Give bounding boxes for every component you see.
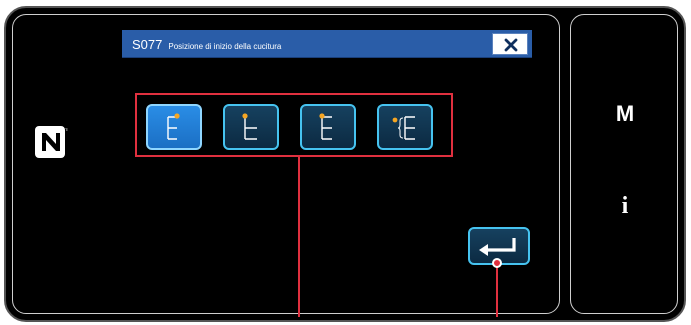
start-position-outside-left-button[interactable] <box>377 104 433 150</box>
stitch-start-top-center-icon <box>242 113 257 140</box>
callout-line-position-buttons <box>298 157 300 317</box>
stitch-start-top-left-icon <box>319 113 332 140</box>
info-key[interactable]: i <box>571 193 679 220</box>
start-position-button-group <box>135 93 453 157</box>
callout-dot-enter-button <box>492 258 502 268</box>
svg-text:TM: TM <box>65 127 68 132</box>
start-position-top-center-button[interactable] <box>223 104 279 150</box>
start-position-top-left-button[interactable] <box>300 104 356 150</box>
start-position-top-right-button[interactable] <box>146 104 202 150</box>
dialog-code: S077 <box>132 37 163 52</box>
close-icon <box>504 38 518 52</box>
close-button[interactable] <box>492 33 528 55</box>
dialog-title: S077 Posizione di inizio della cucitura <box>132 36 281 54</box>
main-panel <box>12 14 560 314</box>
callout-line-enter-button <box>496 262 498 317</box>
menu-key[interactable]: M <box>571 101 679 127</box>
dialog-name: Posizione di inizio della cucitura <box>168 42 282 51</box>
nfc-icon: TM <box>35 126 68 158</box>
dialog-header: S077 Posizione di inizio della cucitura <box>122 30 532 58</box>
stitch-start-outside-left-icon <box>392 116 415 140</box>
stitch-start-top-right-icon <box>167 113 180 140</box>
side-panel: M i <box>570 14 678 314</box>
